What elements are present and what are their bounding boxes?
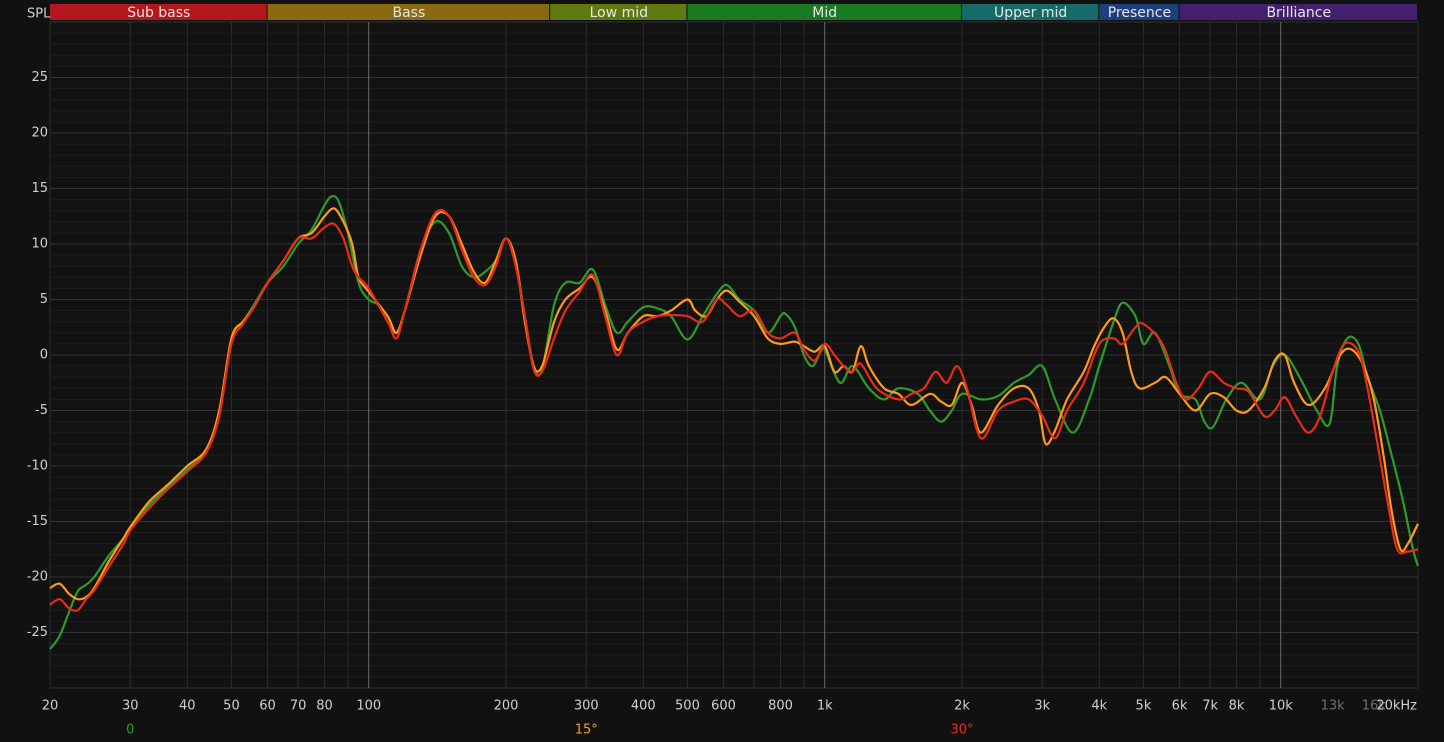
y-axis-label: SPL — [27, 7, 51, 22]
x-tick-label: 5k — [1136, 699, 1152, 714]
legend-entry: 0 — [126, 723, 134, 738]
x-tick-label: 1k — [817, 699, 833, 714]
y-tick-label: 5 — [40, 292, 48, 307]
x-tick-label: 50 — [223, 699, 240, 714]
y-tick-label: -15 — [27, 514, 48, 529]
x-tick-label: 300 — [574, 699, 599, 714]
x-tick-label: 200 — [494, 699, 519, 714]
x-axis-unit-label: 20kHz — [1376, 699, 1417, 714]
x-tick-label: 70 — [290, 699, 307, 714]
x-tick-label: 600 — [711, 699, 736, 714]
frequency-response-chart: Sub bass Bass Low mid Mid Upper mid Presence B… — [0, 0, 1444, 742]
y-tick-label: 0 — [40, 348, 48, 363]
band-label: Upper mid — [994, 5, 1067, 21]
x-tick-label: 4k — [1091, 699, 1107, 714]
x-tick-label: 800 — [768, 699, 793, 714]
band-label: Brilliance — [1266, 5, 1331, 21]
legend-entry: 15° — [575, 723, 598, 738]
band-label: Low mid — [590, 5, 648, 21]
y-tick-label: -20 — [27, 570, 48, 585]
band-label: Presence — [1108, 5, 1171, 21]
x-tick-label: 7k — [1202, 699, 1218, 714]
band-label: Mid — [812, 5, 837, 21]
y-tick-label: -25 — [27, 625, 48, 640]
frequency-bands: Sub bass Bass Low mid Mid Upper mid Presence B… — [50, 4, 1417, 21]
y-tick-label: 10 — [31, 237, 48, 252]
y-tick-label: 25 — [31, 70, 48, 85]
y-tick-label: 15 — [31, 181, 48, 196]
y-tick-label: -10 — [27, 459, 48, 474]
x-tick-label: 3k — [1034, 699, 1050, 714]
y-tick-label: -5 — [35, 403, 48, 418]
legend-entry: 30° — [950, 723, 973, 738]
x-tick-label: 100 — [356, 699, 381, 714]
x-tick-label: 8k — [1229, 699, 1245, 714]
y-tick-label: 20 — [31, 126, 48, 141]
grid-minor — [49, 21, 1419, 689]
x-tick-label: 20 — [42, 699, 59, 714]
band-label: Bass — [392, 5, 425, 21]
x-tick-label: 6k — [1172, 699, 1188, 714]
x-tick-label: 80 — [316, 699, 333, 714]
x-tick-label: 10k — [1269, 699, 1294, 714]
x-tick-label: 500 — [675, 699, 700, 714]
x-tick-label: 30 — [122, 699, 139, 714]
x-tick-label: 60 — [259, 699, 276, 714]
x-tick-label: 2k — [954, 699, 970, 714]
x-tick-label: 13k — [1321, 699, 1346, 714]
x-tick-label: 40 — [179, 699, 196, 714]
x-tick-label: 400 — [631, 699, 656, 714]
band-label: Sub bass — [127, 5, 190, 21]
